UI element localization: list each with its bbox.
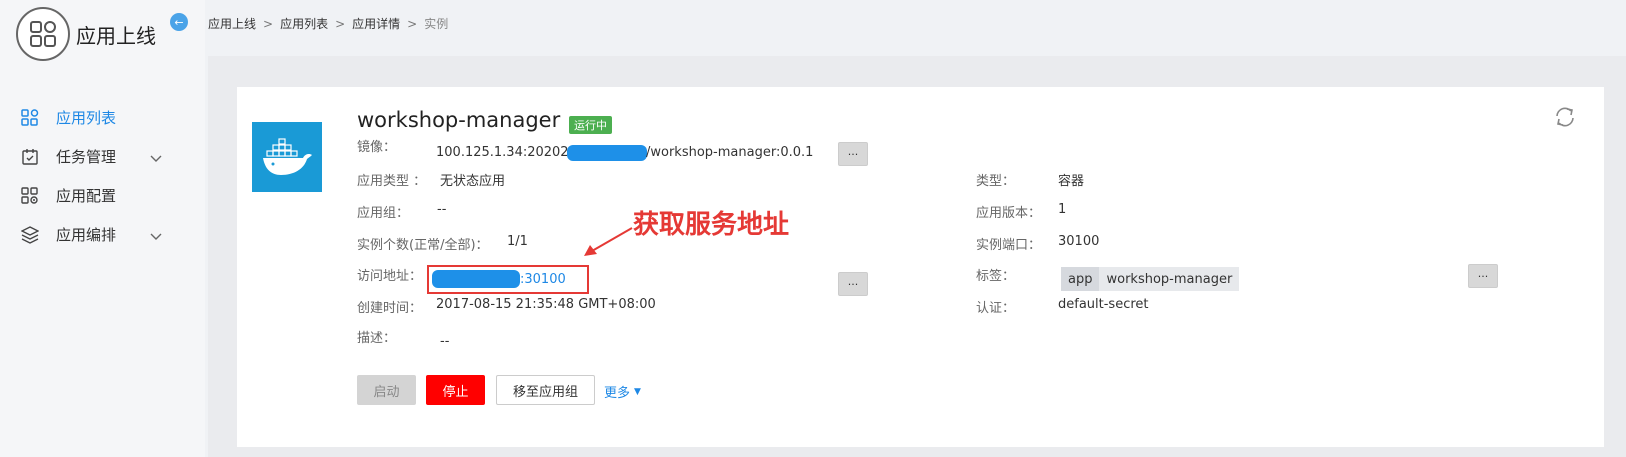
access-address-label: 访问地址：	[357, 269, 423, 284]
description-value: --	[440, 334, 450, 349]
more-actions-dropdown[interactable]: 更多 ▼	[604, 382, 641, 401]
sidebar-item-task-management[interactable]: 任务管理	[0, 137, 205, 176]
created-time-value: 2017-08-15 21:35:48 GMT+08:00	[436, 297, 656, 312]
docker-icon	[252, 122, 322, 192]
breadcrumb-separator: >	[335, 16, 346, 31]
refresh-icon[interactable]	[1552, 104, 1578, 134]
breadcrumb-separator: >	[407, 16, 418, 31]
status-badge: 运行中	[569, 116, 612, 134]
kind-label: 类型：	[976, 174, 1016, 189]
sidebar-item-app-orchestration[interactable]: 应用编排	[0, 215, 205, 254]
image-label: 镜像：	[357, 140, 397, 155]
app-title: 应用上线	[76, 23, 156, 48]
config-icon	[20, 186, 40, 206]
app-group-value: --	[437, 202, 447, 217]
instances-value: 1/1	[507, 234, 528, 249]
app-type-value: 无状态应用	[440, 174, 506, 189]
layers-icon	[20, 225, 40, 245]
instances-label: 实例个数(正常/全部)：	[357, 238, 489, 253]
created-time-label: 创建时间：	[357, 301, 423, 316]
chevron-down-icon	[150, 227, 162, 245]
sidebar-item-label: 应用列表	[56, 109, 117, 127]
tag-label: 标签：	[976, 269, 1016, 284]
image-suffix: /workshop-manager:0.0.1	[646, 145, 814, 160]
tag-value: workshop-manager	[1099, 267, 1240, 291]
image-more-button[interactable]: ···	[838, 142, 868, 166]
breadcrumb-separator: >	[263, 16, 274, 31]
caret-down-icon: ▼	[634, 386, 641, 397]
annotation-arrow-icon	[584, 227, 633, 256]
stop-button[interactable]: 停止	[426, 375, 485, 405]
port-value: 30100	[1058, 234, 1100, 249]
sidebar-nav: 应用列表 任务管理 应用配置 应用编排	[0, 98, 205, 254]
app-list-icon	[20, 108, 40, 128]
sidebar-item-label: 应用编排	[56, 226, 117, 244]
version-label: 应用版本：	[976, 206, 1042, 221]
annotation-text: 获取服务地址	[633, 210, 790, 240]
sidebar-item-label: 任务管理	[56, 148, 117, 166]
kind-value: 容器	[1058, 174, 1085, 189]
sidebar-item-app-config[interactable]: 应用配置	[0, 176, 205, 215]
annotation-highlight-box	[427, 265, 589, 294]
more-actions-label: 更多	[604, 386, 631, 401]
tag-key: app	[1061, 267, 1100, 291]
description-label: 描述：	[357, 331, 397, 346]
app-type-label: 应用类型 ：	[357, 174, 427, 189]
version-value: 1	[1058, 202, 1067, 217]
app-group-label: 应用组：	[357, 206, 410, 221]
sidebar: 应用上线 ← 应用列表 任务管理 应用配置 应用编排	[0, 0, 205, 457]
chevron-down-icon	[150, 149, 162, 167]
start-button[interactable]: 启动	[357, 375, 416, 405]
tag-chip: app workshop-manager	[1061, 267, 1240, 291]
auth-label: 认证：	[976, 301, 1016, 316]
sidebar-item-app-list[interactable]: 应用列表	[0, 98, 205, 137]
breadcrumb-item-current: 实例	[424, 17, 449, 31]
brand: 应用上线	[16, 7, 156, 61]
breadcrumb-item-home[interactable]: 应用上线	[208, 15, 256, 32]
image-prefix: 100.125.1.34:20202/	[436, 145, 573, 160]
app-grid-logo-icon	[16, 7, 70, 61]
breadcrumb-item-app-detail[interactable]: 应用详情	[352, 15, 400, 32]
auth-value: default-secret	[1058, 297, 1149, 312]
task-icon	[20, 147, 40, 167]
move-to-group-button[interactable]: 移至应用组	[496, 375, 595, 405]
breadcrumb: 应用上线 > 应用列表 > 应用详情 > 实例	[208, 15, 448, 32]
sidebar-item-label: 应用配置	[56, 187, 117, 205]
app-name: workshop-manager	[357, 108, 561, 132]
tag-more-button[interactable]: ···	[1468, 264, 1498, 288]
collapse-sidebar-icon[interactable]: ←	[170, 13, 188, 31]
breadcrumb-item-app-list[interactable]: 应用列表	[280, 15, 328, 32]
access-more-button[interactable]: ···	[838, 272, 868, 296]
port-label: 实例端口：	[976, 238, 1042, 253]
redacted-mask	[567, 145, 647, 161]
